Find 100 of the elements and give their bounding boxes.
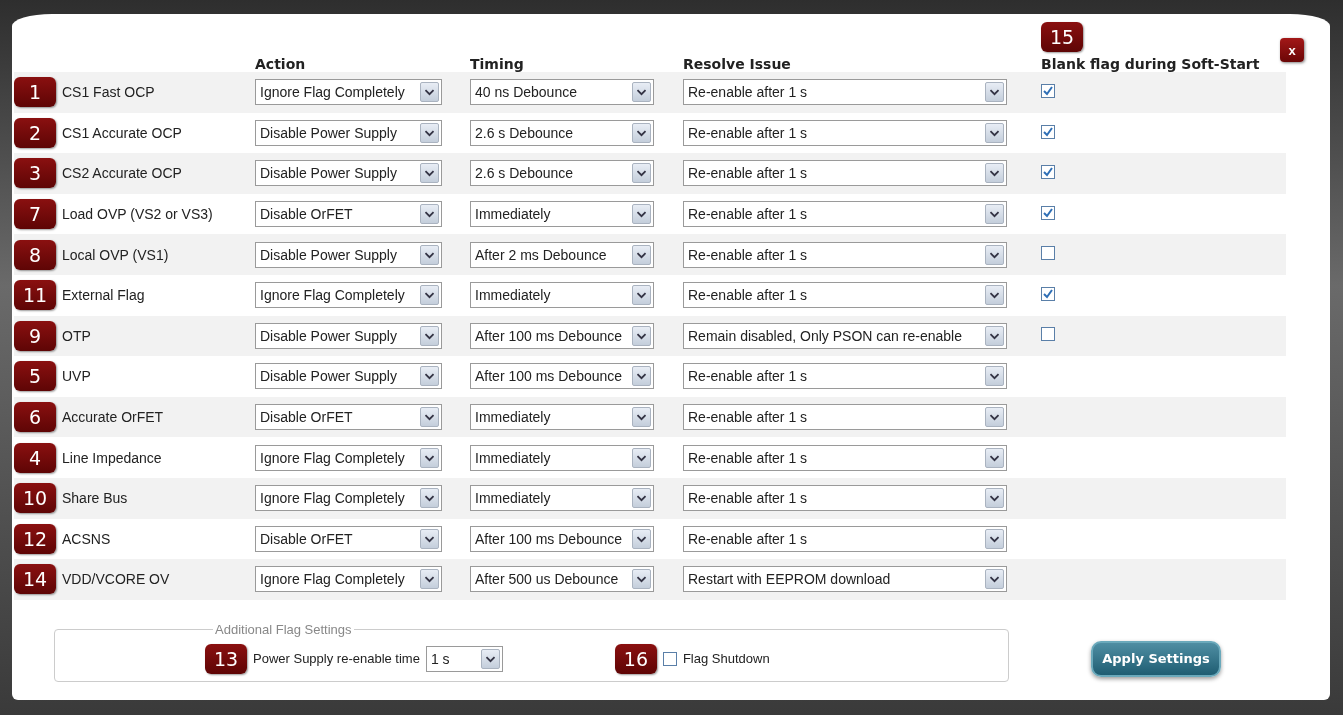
caret-icon <box>632 488 651 509</box>
dropdown[interactable]: Ignore Flag Completely <box>255 282 442 309</box>
dropdown[interactable]: 2.6 s Debounce <box>470 160 654 187</box>
dropdown[interactable]: Re-enable after 1 s <box>683 485 1007 512</box>
check-icon <box>1042 207 1054 220</box>
number-badge: 3 <box>14 158 56 189</box>
dropdown[interactable]: After 100 ms Debounce <box>470 363 654 390</box>
dropdown[interactable]: Remain disabled, Only PSON can re-enable <box>683 322 1007 349</box>
dropdown[interactable]: Re-enable after 1 s <box>683 363 1007 390</box>
dropdown[interactable]: Disable Power Supply <box>255 363 442 390</box>
dropdown[interactable]: Disable Power Supply <box>255 160 442 187</box>
apply-button[interactable]: Apply Settings <box>1091 640 1221 677</box>
caret-icon <box>632 82 651 103</box>
caret-icon <box>420 163 439 184</box>
dropdown[interactable]: Disable OrFET <box>255 525 442 552</box>
number-badge: 16 <box>614 643 657 674</box>
dropdown[interactable]: Re-enable after 1 s <box>683 160 1007 187</box>
flag-label: Load OVP (VS2 or VS3) <box>62 206 214 223</box>
checkbox-label: Flag Shutdown <box>682 651 770 667</box>
dropdown[interactable]: Ignore Flag Completely <box>255 444 442 471</box>
dropdown[interactable]: Re-enable after 1 s <box>683 201 1007 228</box>
column-header: Resolve Issue <box>683 56 792 74</box>
field-label: Power Supply re-enable time <box>253 651 420 667</box>
caret-icon <box>632 163 651 184</box>
checkbox[interactable] <box>1041 326 1055 341</box>
caret-icon <box>420 122 439 143</box>
caret-icon <box>985 407 1004 428</box>
dropdown[interactable]: Immediately <box>470 444 654 471</box>
dropdown[interactable]: Immediately <box>470 282 654 309</box>
caret-icon <box>480 648 500 669</box>
caret-icon <box>985 325 1004 346</box>
flag-label: VDD/VCORE OV <box>62 571 171 588</box>
checkbox[interactable] <box>1041 84 1055 99</box>
flag-label: Local OVP (VS1) <box>62 246 170 263</box>
caret-icon <box>420 325 439 346</box>
caret-icon <box>632 285 651 306</box>
dropdown[interactable]: Restart with EEPROM download <box>683 566 1007 593</box>
dropdown[interactable]: 2.6 s Debounce <box>470 119 654 146</box>
dropdown[interactable]: Immediately <box>470 485 654 512</box>
flag-label: Accurate OrFET <box>62 409 165 426</box>
flag-label: CS2 Accurate OCP <box>62 165 183 182</box>
dropdown[interactable]: 1 s <box>425 645 503 672</box>
caret-icon <box>985 569 1004 590</box>
dropdown[interactable]: After 2 ms Debounce <box>470 241 654 268</box>
dropdown[interactable]: Disable Power Supply <box>255 119 442 146</box>
dropdown[interactable]: Disable Power Supply <box>255 322 442 349</box>
dropdown[interactable]: Disable OrFET <box>255 404 442 431</box>
number-badge: 5 <box>14 361 56 392</box>
check-icon <box>1042 288 1054 301</box>
close-button[interactable]: x <box>1280 38 1304 62</box>
dropdown[interactable]: Re-enable after 1 s <box>683 241 1007 268</box>
caret-icon <box>985 204 1004 225</box>
caret-icon <box>420 204 439 225</box>
dropdown[interactable]: After 100 ms Debounce <box>470 525 654 552</box>
checkbox[interactable] <box>1041 287 1055 302</box>
number-badge: 4 <box>14 442 56 473</box>
group-title: Additional Flag Settings <box>214 621 353 637</box>
flag-label: OTP <box>62 327 92 344</box>
flag-label: ACSNS <box>62 530 112 547</box>
column-header: Action <box>255 56 307 74</box>
dropdown[interactable]: Ignore Flag Completely <box>255 79 442 106</box>
dropdown[interactable]: After 100 ms Debounce <box>470 322 654 349</box>
dropdown[interactable]: Disable OrFET <box>255 201 442 228</box>
caret-icon <box>420 285 439 306</box>
caret-icon <box>420 366 439 387</box>
caret-icon <box>632 244 651 265</box>
number-badge: 1 <box>14 77 56 108</box>
check-icon <box>1042 125 1054 138</box>
flag-label: CS1 Fast OCP <box>62 84 156 101</box>
dropdown[interactable]: Ignore Flag Completely <box>255 566 442 593</box>
caret-icon <box>985 163 1004 184</box>
checkbox[interactable] <box>1041 245 1055 260</box>
dropdown[interactable]: Immediately <box>470 404 654 431</box>
flag-label: External Flag <box>62 287 146 304</box>
dropdown[interactable]: Ignore Flag Completely <box>255 485 442 512</box>
dropdown[interactable]: Immediately <box>470 201 654 228</box>
checkbox[interactable] <box>662 651 677 666</box>
dropdown[interactable]: Re-enable after 1 s <box>683 525 1007 552</box>
caret-icon <box>420 82 439 103</box>
caret-icon <box>420 528 439 549</box>
number-badge: 14 <box>14 564 56 595</box>
caret-icon <box>985 285 1004 306</box>
dropdown[interactable]: Re-enable after 1 s <box>683 404 1007 431</box>
dropdown[interactable]: After 500 us Debounce <box>470 566 654 593</box>
caret-icon <box>632 447 651 468</box>
dropdown[interactable]: Disable Power Supply <box>255 241 442 268</box>
caret-icon <box>985 447 1004 468</box>
checkbox[interactable] <box>1041 165 1055 180</box>
dropdown[interactable]: Re-enable after 1 s <box>683 444 1007 471</box>
checkbox[interactable] <box>1041 124 1055 139</box>
dropdown[interactable]: Re-enable after 1 s <box>683 282 1007 309</box>
caret-icon <box>985 244 1004 265</box>
check-icon <box>1042 85 1054 98</box>
dropdown[interactable]: 40 ns Debounce <box>470 79 654 106</box>
flag-label: Share Bus <box>62 490 129 507</box>
dropdown[interactable]: Re-enable after 1 s <box>683 79 1007 106</box>
caret-icon <box>632 122 651 143</box>
dropdown[interactable]: Re-enable after 1 s <box>683 119 1007 146</box>
caret-icon <box>632 325 651 346</box>
checkbox[interactable] <box>1041 206 1055 221</box>
